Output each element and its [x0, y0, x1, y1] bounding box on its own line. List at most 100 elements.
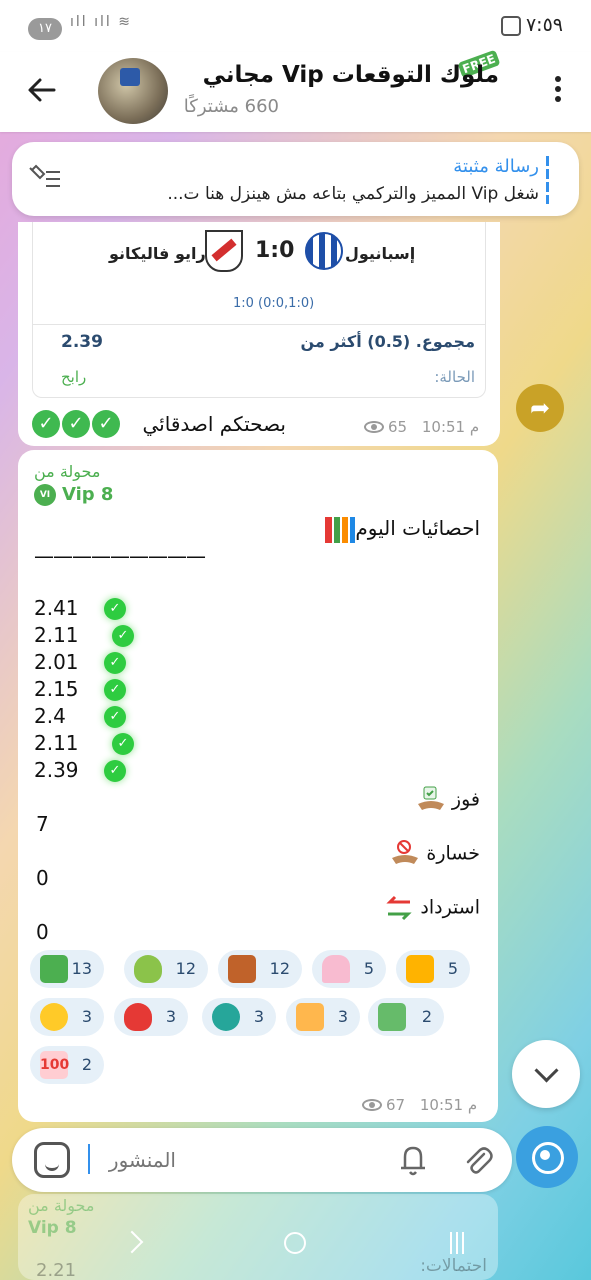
- camera-icon[interactable]: [516, 1126, 578, 1188]
- message-meta: 65 10:51 م: [364, 418, 479, 436]
- bell-icon[interactable]: [396, 1140, 430, 1178]
- nav-back-icon[interactable]: [120, 1230, 144, 1254]
- odd-value: 2.15: [34, 677, 79, 701]
- sticker-icon[interactable]: [34, 1142, 70, 1178]
- reaction-count: 3: [337, 1007, 348, 1026]
- odd-value: 2.4: [34, 704, 66, 728]
- away-team-name: رايو فاليكانو: [109, 244, 206, 263]
- odd-row: 2.11 ✓: [34, 623, 154, 650]
- pinned-indicator: [546, 156, 549, 204]
- forwarded-source[interactable]: VI Vip 8: [34, 484, 113, 506]
- reaction-count: 12: [175, 959, 196, 978]
- nav-home-icon[interactable]: [284, 1232, 306, 1254]
- hundred-icon: 100: [40, 1051, 69, 1079]
- refund-label-text: استرداد: [420, 896, 480, 919]
- wallet-icon: [228, 955, 256, 983]
- check-icon: ✓: [92, 410, 120, 438]
- message-time: 10:51 م: [419, 1096, 478, 1114]
- refund-count: 0: [36, 920, 49, 944]
- home-team-name: إسبانيول: [345, 244, 416, 263]
- kiss-icon: [124, 1003, 152, 1031]
- champagne-icon: [322, 955, 350, 983]
- check-icon: ✓: [104, 679, 126, 701]
- scroll-down-button[interactable]: [512, 1040, 580, 1108]
- channel-avatar[interactable]: [98, 58, 168, 124]
- reaction-chip[interactable]: 3: [114, 998, 188, 1036]
- more-menu-icon[interactable]: [555, 76, 563, 106]
- back-arrow-icon[interactable]: [26, 74, 58, 106]
- pinned-message[interactable]: رسالة مثبتة شغل Vip المميز والتركمي بتاع…: [12, 142, 579, 216]
- loss-count: 0: [36, 866, 49, 890]
- handshake-check-icon: [417, 786, 444, 810]
- bar-chart-icon: [325, 516, 356, 543]
- match-card[interactable]: رايو فاليكانو 1:0 إسبانيول 1:0 (0:0,1:0)…: [32, 222, 486, 398]
- reaction-chip[interactable]: 12: [124, 950, 208, 988]
- attachment-icon[interactable]: [460, 1140, 494, 1178]
- 200-icon: [406, 955, 434, 983]
- view-count: 65: [388, 418, 408, 436]
- check-icon: ✓: [112, 625, 134, 647]
- odd-value: 2.39: [34, 758, 79, 782]
- reaction-chip[interactable]: 13: [30, 950, 104, 988]
- reaction-chip[interactable]: 5: [312, 950, 386, 988]
- stats-title: احصائيات اليوم: [321, 516, 480, 543]
- views-icon: [364, 421, 384, 433]
- money-hand-icon: [378, 1003, 406, 1031]
- odd-value: 2.41: [34, 596, 79, 620]
- message-caption: بصحتكم اصدقائي: [142, 412, 287, 436]
- reaction-chip[interactable]: 2: [368, 998, 444, 1036]
- message-input[interactable]: [86, 1144, 176, 1176]
- reaction-count: 3: [81, 1007, 92, 1026]
- reaction-chip[interactable]: 3: [286, 998, 360, 1036]
- separator-text: —————————: [34, 544, 206, 568]
- check-icon: ✓: [104, 760, 126, 782]
- money-bag-icon: [134, 955, 162, 983]
- reaction-count: 3: [165, 1007, 176, 1026]
- signal-icon: ıll ıll ≋: [70, 14, 132, 30]
- stats-title-text: احصائيات اليوم: [355, 516, 480, 540]
- check-emojis: ✓ ✓ ✓: [32, 410, 122, 438]
- reaction-chip[interactable]: 12: [218, 950, 302, 988]
- bet-status-value: رابح: [61, 368, 87, 386]
- nav-recent-apps-icon[interactable]: [450, 1232, 472, 1254]
- view-count: 67: [386, 1096, 406, 1114]
- forwarded-label: محولة من: [34, 462, 101, 481]
- check-icon: ✓: [104, 598, 126, 620]
- share-icon[interactable]: ➦: [516, 384, 564, 432]
- channel-title[interactable]: ملوك التوقعات Vip مجاني: [203, 62, 499, 88]
- reaction-count: 5: [447, 959, 458, 978]
- odd-value: 2.11: [34, 731, 79, 755]
- check-icon: ✓: [104, 706, 126, 728]
- odd-value: 2.11: [34, 623, 79, 647]
- odds-list: 2.41 ✓ 2.11 ✓ 2.01 ✓ 2.15 ✓ 2.4 ✓ 2.11 ✓ 2.39 ✓: [34, 596, 154, 785]
- system-nav-bar: [0, 1210, 591, 1280]
- halftime-score: 1:0 (0:0,1:0): [233, 296, 315, 311]
- message-bubble[interactable]: رايو فاليكانو 1:0 إسبانيول 1:0 (0:0,1:0)…: [18, 222, 500, 446]
- thumbs-up-icon: [296, 1003, 324, 1031]
- reaction-count: 5: [363, 959, 374, 978]
- views-icon: [362, 1099, 382, 1111]
- message-input-bar: [12, 1128, 512, 1192]
- espanyol-crest-icon: [305, 232, 343, 270]
- reaction-count: 2: [81, 1055, 92, 1074]
- divider: [33, 324, 485, 325]
- check-icon: ✓: [112, 733, 134, 755]
- check-icon: ✓: [62, 410, 90, 438]
- reaction-chip[interactable]: 3: [30, 998, 104, 1036]
- money-icon: [40, 955, 68, 983]
- message-meta: 67 10:51 م: [362, 1096, 477, 1114]
- reaction-count: 12: [269, 959, 290, 978]
- odd-row: 2.11 ✓: [34, 731, 154, 758]
- reaction-chip[interactable]: 5: [396, 950, 470, 988]
- odd-row: 2.41 ✓: [34, 596, 154, 623]
- refund-label: استرداد: [384, 894, 480, 922]
- reaction-chip[interactable]: 100 2: [30, 1046, 104, 1084]
- pin-list-icon[interactable]: [26, 164, 62, 194]
- subscriber-count: 660 مشتركًا: [183, 96, 279, 117]
- handshake-cross-icon: [392, 840, 419, 864]
- clock: ٧:٥٩: [525, 14, 563, 36]
- reaction-count: 13: [71, 959, 92, 978]
- win-count: 7: [36, 812, 49, 836]
- message-bubble[interactable]: محولة من VI Vip 8 احصائيات اليوم ————————…: [18, 450, 498, 1122]
- reaction-chip[interactable]: 3: [202, 998, 276, 1036]
